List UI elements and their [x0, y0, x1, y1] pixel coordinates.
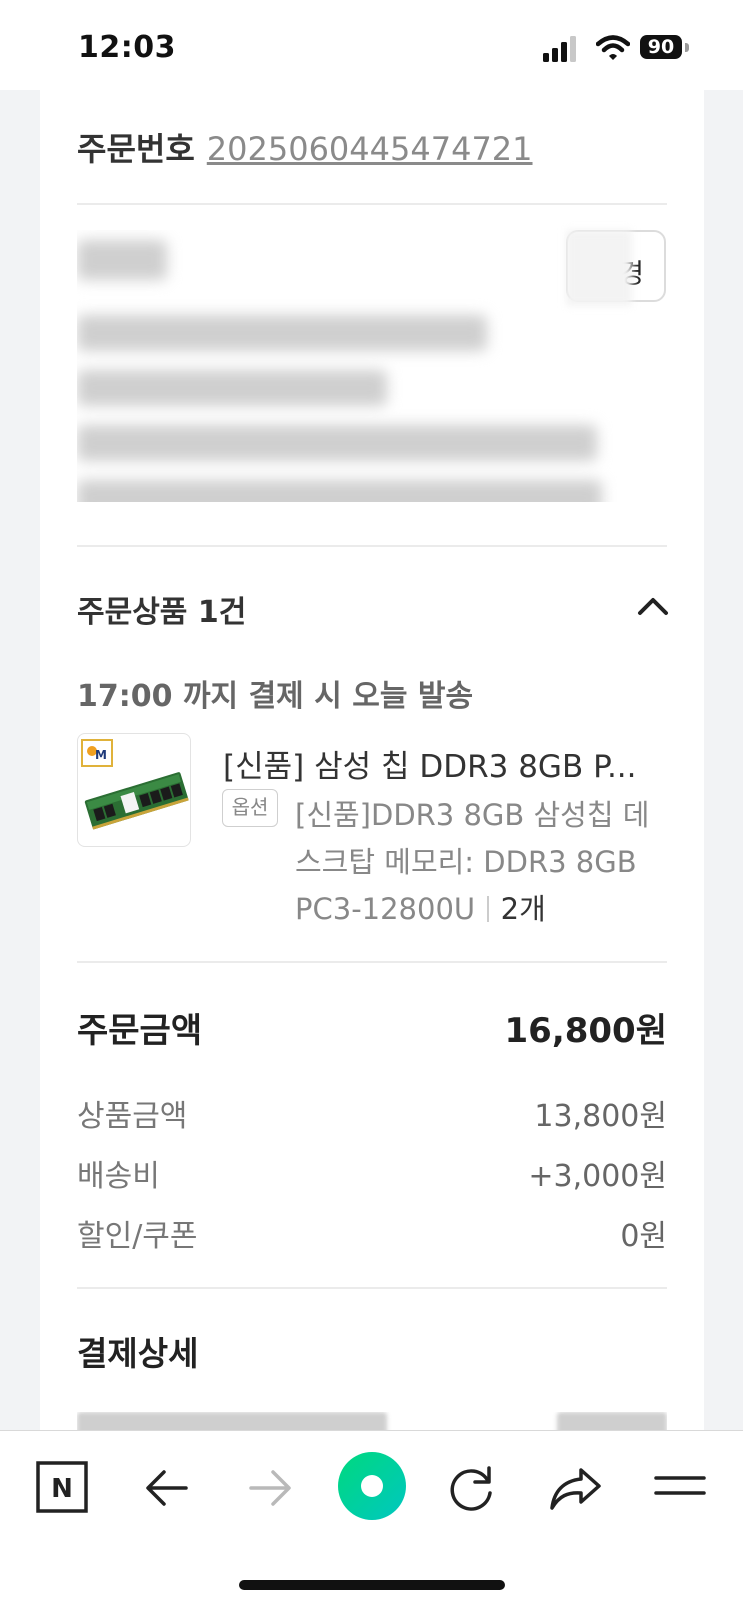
home-indicator[interactable]	[239, 1580, 505, 1590]
shipping-address-redacted	[77, 230, 617, 502]
product-amount-value: 13,800원	[534, 1099, 667, 1134]
status-bar: 12:03 90	[0, 0, 743, 90]
discount-label: 할인/쿠폰	[77, 1219, 198, 1254]
change-address-button[interactable]: 경	[566, 230, 666, 306]
order-number-row: 주문번호 2025060445474721	[77, 124, 533, 170]
product-quantity: 2개	[500, 892, 546, 926]
product-amount-label: 상품금액	[77, 1099, 188, 1134]
cellular-signal-icon	[543, 36, 583, 62]
status-time: 12:03	[78, 30, 176, 65]
shipping-cutoff-note: 17:00 까지 결제 시 오늘 발송	[77, 679, 474, 714]
wifi-icon	[596, 35, 630, 60]
order-number-link[interactable]: 2025060445474721	[207, 130, 533, 168]
product-thumbnail[interactable]: M	[77, 733, 191, 847]
payment-details-title: 결제상세	[77, 1334, 199, 1373]
shipping-fee-value: +3,000원	[528, 1159, 667, 1194]
shipping-fee-label: 배송비	[77, 1159, 160, 1194]
back-arrow-icon[interactable]	[142, 1463, 192, 1513]
payment-row-cutoff	[77, 1412, 667, 1430]
divider	[77, 1287, 667, 1289]
naver-home-icon[interactable]: N	[36, 1461, 88, 1513]
product-option-text: [신품]DDR3 8GB 삼성칩 데스크탑 메모리: DDR3 8GB PC3-…	[295, 792, 660, 933]
order-total-value: 16,800원	[504, 1011, 667, 1051]
separator	[487, 896, 489, 922]
share-icon[interactable]	[548, 1463, 604, 1513]
divider	[77, 961, 667, 963]
refresh-icon[interactable]	[446, 1463, 498, 1515]
svg-text:M: M	[95, 748, 107, 762]
divider	[77, 203, 667, 205]
naver-home-label: N	[51, 1474, 73, 1504]
divider	[77, 545, 667, 547]
order-number-label: 주문번호	[77, 130, 195, 168]
discount-value: 0원	[620, 1219, 667, 1254]
battery-icon: 90	[640, 34, 690, 62]
product-name[interactable]: [신품] 삼성 칩 DDR3 8GB P...	[223, 741, 653, 786]
ordered-items-title: 주문상품 1건	[77, 595, 247, 630]
ram-module-image: M	[81, 739, 189, 830]
option-description: [신품]DDR3 8GB 삼성칩 데스크탑 메모리: DDR3 8GB PC3-…	[295, 798, 650, 926]
option-badge: 옵션	[222, 789, 278, 827]
naver-green-dot-icon[interactable]	[337, 1451, 407, 1521]
menu-icon[interactable]	[654, 1469, 706, 1505]
battery-level: 90	[640, 35, 682, 59]
order-total-label: 주문금액	[77, 1011, 203, 1051]
forward-arrow-icon[interactable]	[245, 1463, 295, 1513]
chevron-up-icon[interactable]	[636, 594, 670, 618]
